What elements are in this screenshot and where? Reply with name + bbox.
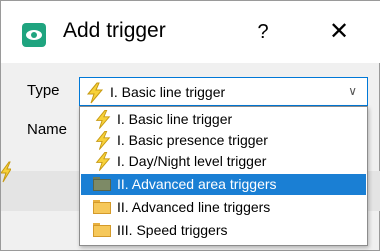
dropdown-option[interactable]: II. Advanced line triggers [81, 197, 366, 218]
lightning-icon [1, 161, 11, 183]
lightning-icon [86, 82, 104, 104]
folder-icon [93, 177, 111, 191]
dropdown-option[interactable]: I. Basic line trigger [81, 109, 366, 130]
app-eye-icon [22, 23, 46, 47]
type-dropdown-list: I. Basic line trigger I. Basic presence … [79, 106, 368, 246]
title-bar: Add trigger ? ✕ [1, 1, 380, 63]
folder-icon [93, 200, 111, 214]
help-button[interactable]: ? [253, 19, 273, 45]
name-label: Name [27, 121, 68, 138]
dropdown-option[interactable]: III. Speed triggers [81, 220, 366, 241]
dialog-title: Add trigger [63, 19, 166, 42]
add-trigger-dialog: Add trigger ? ✕ Type Name I. Basic line … [0, 0, 380, 251]
lightning-icon [95, 130, 111, 150]
type-select[interactable]: I. Basic line trigger ∨ [79, 77, 368, 106]
type-select-value: I. Basic line trigger [110, 84, 226, 100]
lightning-icon [95, 151, 111, 171]
dropdown-option-selected[interactable]: II. Advanced area triggers [81, 174, 366, 195]
chevron-down-icon[interactable]: ∨ [348, 84, 357, 98]
dropdown-option[interactable]: I. Day/Night level trigger [81, 151, 366, 172]
type-label: Type [27, 82, 60, 99]
lightning-icon [95, 109, 111, 129]
folder-icon [93, 223, 111, 237]
close-button[interactable]: ✕ [324, 19, 354, 45]
dropdown-option[interactable]: I. Basic presence trigger [81, 130, 366, 151]
